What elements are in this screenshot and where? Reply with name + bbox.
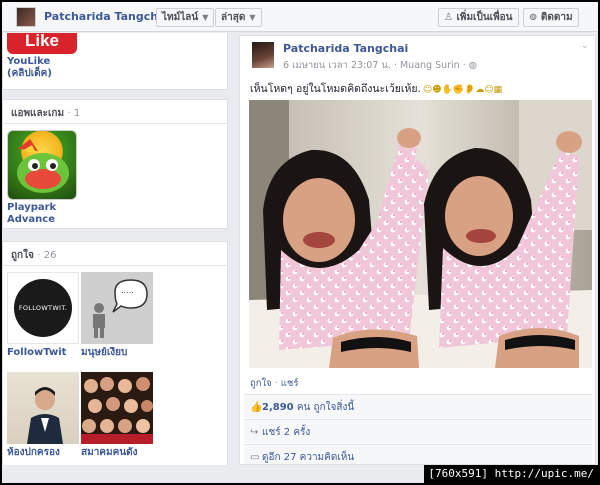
apps-games-title: แอพและเกม [11, 108, 65, 119]
shares-summary-text: แชร์ 2 ครั้ง [262, 427, 311, 438]
liked-page-discipline-room[interactable]: ห้องปกครอง [7, 372, 79, 459]
liked-page-followtwit[interactable]: FOLLOWTWIT. FollowTwit [7, 272, 79, 359]
post-text-body: เห็นโหดๆ อยู่ในโหมดคิดถึงนะเว้ยเห้ย. [250, 83, 421, 95]
likes-count-value: 2,890 [262, 402, 294, 413]
emoji-icons: ☺☻✋✊👂☁☺▦ [422, 85, 503, 95]
view-comments[interactable]: ▭ ดูอีก 27 ความคิดเห็น [244, 444, 592, 464]
profile-top-bar: Patcharida Tangchai ไทม์ไลน์ ▼ ล่าสุด ▼ ♙ … [2, 2, 598, 32]
youlike-logo: Like [7, 33, 77, 54]
shares-summary[interactable]: ↪ แชร์ 2 ครั้ง [244, 419, 592, 443]
likes-summary[interactable]: 👍2,890 คน ถูกใจสิ่งนี้ [244, 394, 592, 418]
speech-bubble-text: ..... [121, 286, 134, 295]
post-photo[interactable] [249, 100, 592, 368]
youlike-panel: Like YouLike (คลิปเด็ค) [2, 33, 228, 90]
profile-avatar[interactable] [16, 7, 36, 27]
watermark: [760x591] http://upic.me/ [424, 465, 598, 483]
liked-page-celebrity-society[interactable]: สมาคมคนดัง [81, 372, 153, 459]
latest-dropdown[interactable]: ล่าสุด ▼ [215, 8, 262, 27]
add-friend-label: เพิ่มเป็นเพื่อน [456, 12, 513, 23]
playpark-label[interactable]: Playpark Advance [7, 202, 77, 226]
view-comments-text: ดูอีก 27 ความคิดเห็น [262, 452, 355, 463]
silent-human-label[interactable]: มนุษย์เงียบ [81, 347, 153, 359]
likes-panel: ถูกใจ · 26 FOLLOWTWIT. FollowTwit ..... … [2, 241, 228, 465]
followtwit-circle: FOLLOWTWIT. [14, 279, 72, 337]
discipline-room-image [7, 372, 79, 444]
add-friend-icon: ♙ [444, 12, 457, 23]
timeline-label: ไทม์ไลน์ [162, 12, 199, 23]
timeline-dropdown[interactable]: ไทม์ไลน์ ▼ [156, 8, 215, 27]
app-youlike[interactable]: Like YouLike (คลิปเด็ค) [7, 33, 77, 80]
post-text: เห็นโหดๆ อยู่ในโหมดคิดถึงนะเว้ยเห้ย. ☺☻✋✊… [250, 80, 502, 97]
post-author-avatar[interactable] [252, 42, 274, 68]
app-playpark[interactable]: Playpark Advance [7, 130, 77, 226]
discipline-room-label[interactable]: ห้องปกครอง [7, 447, 79, 459]
share-action[interactable]: แชร์ [281, 378, 299, 389]
post-meta-text[interactable]: 6 เมษายน เวลา 23:07 น. · Muang Surin · [283, 60, 466, 71]
latest-label: ล่าสุด [221, 12, 246, 23]
chevron-down-icon: ▼ [202, 13, 209, 22]
likes-title: ถูกใจ [11, 250, 34, 261]
post-author-name[interactable]: Patcharida Tangchai [283, 42, 408, 55]
post-options-chevron-icon[interactable]: ⌄ [581, 40, 589, 51]
profile-name-link[interactable]: Patcharida Tangchai [44, 10, 169, 23]
photo-illustration [249, 100, 592, 368]
silent-human-image: ..... [81, 272, 153, 344]
celebrity-society-image [81, 372, 153, 444]
followtwit-label[interactable]: FollowTwit [7, 347, 79, 359]
like-action[interactable]: ถูกใจ [250, 378, 272, 389]
likes-summary-text: คน ถูกใจสิ่งนี้ [296, 402, 355, 413]
youlike-label[interactable]: YouLike (คลิปเด็ค) [7, 56, 77, 80]
rss-icon: ⊚ [529, 12, 541, 23]
comment-icon: ▭ [250, 452, 260, 463]
apps-games-header[interactable]: แอพและเกม · 1 [3, 100, 227, 124]
add-friend-button[interactable]: ♙ เพิ่มเป็นเพื่อน [438, 8, 519, 27]
thumbs-up-icon: 👍 [250, 402, 263, 413]
liked-page-silent-human[interactable]: ..... มนุษย์เงียบ [81, 272, 153, 359]
follow-button[interactable]: ⊚ ติดตาม [523, 8, 579, 27]
celebrity-society-label[interactable]: สมาคมคนดัง [81, 447, 153, 459]
playpark-icon [7, 130, 77, 200]
post-meta: 6 เมษายน เวลา 23:07 น. · Muang Surin · ◍ [283, 58, 477, 73]
likes-count: · 26 [37, 250, 57, 261]
chevron-down-icon: ▼ [249, 13, 256, 22]
followtwit-logo: FOLLOWTWIT. [7, 272, 79, 344]
share-icon: ↪ [250, 427, 259, 438]
left-column: Like YouLike (คลิปเด็ค) แอพและเกม · 1 Pl… [2, 33, 228, 465]
public-globe-icon: ◍ [468, 60, 478, 71]
post-actions: ถูกใจ · แชร์ [250, 378, 299, 389]
follow-label: ติดตาม [540, 12, 573, 23]
timeline-post: Patcharida Tangchai 6 เมษายน เวลา 23:07 … [239, 35, 596, 465]
apps-games-panel: แอพและเกม · 1 Playpark Advance [2, 99, 228, 229]
apps-games-count: · 1 [67, 108, 81, 119]
likes-header[interactable]: ถูกใจ · 26 [3, 242, 227, 266]
